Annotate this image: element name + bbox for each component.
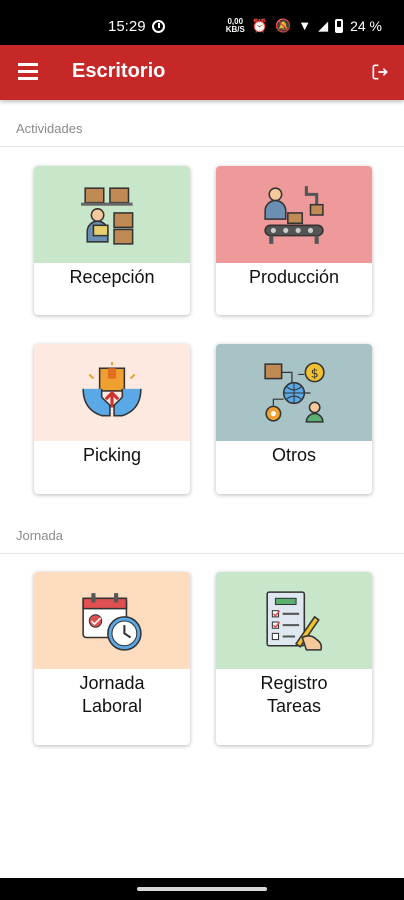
card-task-log-label-line1: Registro: [260, 673, 328, 693]
battery-icon: [335, 19, 344, 33]
mute-icon: 🔕: [275, 18, 292, 33]
card-task-log-image: [216, 572, 372, 669]
signal-icon: ◢: [318, 18, 329, 33]
card-others[interactable]: $ Otros: [216, 344, 372, 494]
box-hands-icon: [82, 361, 142, 416]
warehouse-worker-icon: [81, 186, 134, 245]
section-divider: [0, 553, 404, 554]
home-gesture-handle[interactable]: [137, 887, 267, 891]
network-settings-icon: $: [264, 361, 325, 423]
logout-icon[interactable]: [370, 62, 390, 82]
card-task-log[interactable]: Registro Tareas: [216, 572, 372, 745]
card-workday-label: Jornada Laboral: [34, 669, 190, 718]
alarm-icon: ⏰: [251, 18, 269, 33]
card-task-log-label: Registro Tareas: [216, 669, 372, 718]
card-task-log-label-line2: Tareas: [266, 696, 322, 716]
data-speed-unit: KB/S: [225, 25, 245, 34]
card-production[interactable]: Producción: [216, 166, 372, 315]
section-label-activities: Actividades: [16, 121, 83, 136]
card-reception[interactable]: Recepción: [34, 166, 190, 315]
card-workday-image: [34, 572, 190, 669]
clock-icon: [152, 20, 165, 33]
card-picking-image: [34, 344, 190, 441]
section-label-workday: Jornada: [16, 528, 63, 543]
card-workday-label-line2: Laboral: [81, 696, 143, 716]
wifi-icon: ▼: [298, 18, 312, 33]
section-divider: [0, 146, 404, 147]
card-others-label: Otros: [271, 445, 316, 465]
data-speed-icon: 0,00 KB/S: [226, 18, 245, 34]
card-production-label: Producción: [248, 267, 340, 287]
battery-percent: 24 %: [350, 18, 382, 34]
status-icons: 0,00 KB/S ⏰ 🔕 ▼ ◢ 24 %: [226, 18, 382, 35]
conveyor-worker-icon: [264, 185, 324, 244]
checklist-hand-icon: [266, 590, 323, 651]
card-picking[interactable]: Picking: [34, 344, 190, 494]
navigation-bar: [0, 878, 404, 900]
status-time: 15:29: [108, 18, 146, 35]
svg-text:$: $: [311, 366, 319, 380]
card-reception-label: Recepción: [69, 267, 155, 287]
calendar-clock-icon: [82, 592, 142, 651]
page-title: Escritorio: [72, 60, 166, 82]
status-bar: 15:29 0,00 KB/S ⏰ 🔕 ▼ ◢ 24 %: [0, 0, 404, 45]
card-workday[interactable]: Jornada Laboral: [34, 572, 190, 745]
app-bar: Escritorio: [0, 45, 404, 100]
menu-icon[interactable]: [18, 63, 38, 81]
card-picking-label: Picking: [82, 445, 142, 465]
card-reception-image: [34, 166, 190, 263]
card-workday-label-line1: Jornada: [79, 673, 145, 693]
card-production-image: [216, 166, 372, 263]
card-others-image: $: [216, 344, 372, 441]
